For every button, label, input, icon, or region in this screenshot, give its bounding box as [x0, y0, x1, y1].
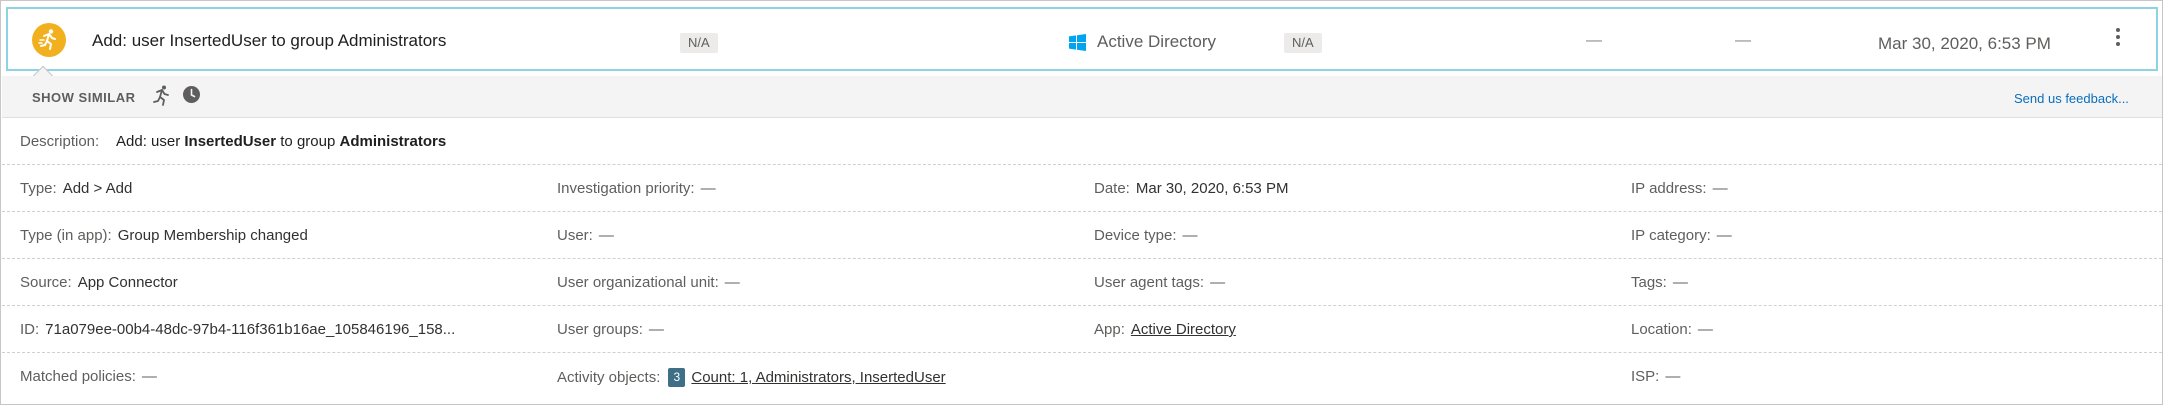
user-value: —	[598, 227, 614, 244]
user-org-unit-value: —	[724, 274, 740, 291]
more-options-icon[interactable]	[2108, 25, 2128, 55]
investigation-priority-label: Investigation priority:	[557, 180, 695, 197]
matched-policies-label: Matched policies:	[20, 368, 136, 385]
send-feedback-link[interactable]: Send us feedback...	[2014, 91, 2129, 106]
details-row: Source: App Connector User organizational…	[2, 259, 2162, 306]
ip-address-label: IP address:	[1631, 180, 1707, 197]
investigation-priority-value: —	[700, 180, 716, 197]
activity-objects-label: Activity objects:	[557, 369, 661, 386]
location-value: —	[1697, 321, 1713, 338]
tags-value: —	[1672, 274, 1688, 291]
activity-objects-link[interactable]: Count: 1, Administrators, InsertedUser	[691, 369, 945, 386]
description-label: Description:	[20, 133, 100, 150]
ip-category-label: IP category:	[1631, 227, 1711, 244]
run-icon	[32, 23, 66, 57]
matched-policies-value: —	[141, 368, 157, 385]
windows-icon	[1069, 34, 1086, 51]
description-row: Description: Add: user InsertedUser to g…	[2, 119, 2162, 165]
user-groups-label: User groups:	[557, 321, 643, 338]
device-type-value: —	[1182, 227, 1198, 244]
column-value: —	[1735, 32, 1751, 49]
app-label: App:	[1094, 321, 1125, 338]
activity-date: Mar 30, 2020, 6:53 PM	[1878, 34, 2051, 53]
run-icon[interactable]	[150, 84, 172, 106]
ip-address-value: —	[1712, 180, 1728, 197]
user-agent-tags-value: —	[1210, 274, 1226, 291]
location-label: Location:	[1631, 321, 1692, 338]
description-value: Add: user InsertedUser to group Administ…	[116, 133, 447, 150]
app-name: Active Directory	[1097, 32, 1217, 51]
isp-label: ISP:	[1631, 368, 1660, 385]
tags-label: Tags:	[1631, 274, 1667, 291]
isp-value: —	[1665, 368, 1681, 385]
app-link[interactable]: Active Directory	[1131, 321, 1236, 338]
activity-row[interactable]: Add: user InsertedUser to group Administ…	[6, 7, 2158, 71]
type-in-app-value: Group Membership changed	[117, 227, 308, 244]
device-type-label: Device type:	[1094, 227, 1177, 244]
activity-title: Add: user InsertedUser to group Administ…	[92, 31, 447, 50]
details-row: ID: 71a079ee-00b4-48dc-97b4-116f361b16ae_…	[2, 306, 2162, 353]
show-similar-label: SHOW SIMILAR	[32, 90, 136, 105]
activity-detail-panel: Add: user InsertedUser to group Administ…	[0, 0, 2163, 405]
type-in-app-label: Type (in app):	[20, 227, 112, 244]
details-row: Type (in app): Group Membership changed U…	[2, 212, 2162, 259]
source-label: Source:	[20, 274, 72, 291]
details-row: Matched policies: — Activity objects: 3 Cou…	[2, 353, 2162, 400]
type-value: Add > Add	[62, 180, 133, 197]
id-label: ID:	[20, 321, 40, 338]
source-value: App Connector	[77, 274, 178, 291]
date-label: Date:	[1094, 180, 1130, 197]
column-value: —	[1586, 32, 1602, 49]
date-value: Mar 30, 2020, 6:53 PM	[1135, 180, 1289, 197]
na-tag: N/A	[1284, 33, 1322, 53]
clock-icon[interactable]	[182, 85, 201, 104]
user-label: User:	[557, 227, 593, 244]
user-org-unit-label: User organizational unit:	[557, 274, 719, 291]
ip-category-value: —	[1716, 227, 1732, 244]
objects-count-badge: 3	[668, 368, 686, 387]
user-agent-tags-label: User agent tags:	[1094, 274, 1205, 291]
details-toolbar: SHOW SIMILAR Send us feedback...	[2, 76, 2162, 118]
na-tag: N/A	[680, 33, 718, 53]
user-groups-value: —	[648, 321, 664, 338]
details-row: Type: Add > Add Investigation priority: — …	[2, 165, 2162, 212]
id-value: 71a079ee-00b4-48dc-97b4-116f361b16ae_105…	[45, 321, 456, 338]
type-label: Type:	[20, 180, 57, 197]
